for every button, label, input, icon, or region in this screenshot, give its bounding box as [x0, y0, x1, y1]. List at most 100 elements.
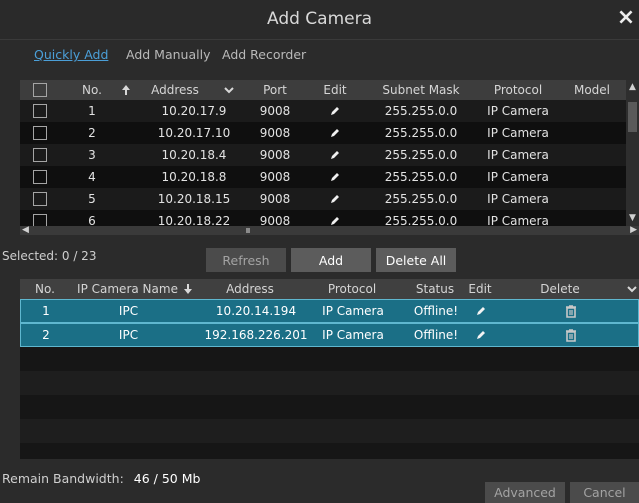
discovered-device-table: No. Address Port Edit Subnet Mask Protoc…	[20, 80, 639, 235]
row-address: 192.168.226.201	[204, 328, 308, 342]
selection-count: Selected: 0 / 23	[2, 249, 97, 263]
chevron-up-icon[interactable]: ▲	[628, 82, 637, 92]
horizontal-scrollbar[interactable]: ◀ ▶	[20, 226, 639, 235]
row-protocol: IP Camera	[487, 170, 549, 184]
scroll-thumb[interactable]	[628, 102, 637, 132]
table-row[interactable]: 4 10.20.18.8 9008 255.255.0.0 IP Camera	[20, 166, 626, 188]
dialog-title: Add Camera	[266, 9, 373, 29]
advanced-button[interactable]: Advanced	[485, 482, 565, 503]
row-port: 9008	[259, 148, 291, 162]
empty-row	[20, 347, 639, 371]
pencil-icon[interactable]	[466, 300, 496, 322]
empty-row	[20, 443, 639, 459]
table-row[interactable]: 3 10.20.18.4 9008 255.255.0.0 IP Camera	[20, 144, 626, 166]
row-address: 10.20.17.9	[161, 104, 227, 118]
row-checkbox-cell	[20, 100, 60, 122]
row-no: 2	[42, 328, 50, 342]
header-subnet[interactable]: Subnet Mask	[375, 80, 467, 100]
trash-icon[interactable]	[541, 324, 601, 346]
row-no: 3	[88, 148, 96, 162]
row-checkbox[interactable]	[33, 192, 47, 206]
table-header: No. IP Camera Name Address Protocol Stat…	[20, 279, 639, 299]
row-protocol: IP Camera	[487, 148, 549, 162]
header-address[interactable]: Address	[140, 80, 210, 100]
tab-quickly-add[interactable]: Quickly Add	[34, 47, 126, 67]
row-model	[560, 122, 624, 144]
row-subnet: 255.255.0.0	[384, 170, 458, 184]
row-status: Offline!	[413, 304, 459, 318]
pencil-icon[interactable]	[466, 324, 496, 346]
pencil-icon[interactable]	[310, 144, 360, 166]
header-address[interactable]: Address	[205, 279, 295, 299]
row-checkbox[interactable]	[33, 170, 47, 184]
row-protocol: IP Camera	[322, 328, 384, 342]
delete-all-button[interactable]: Delete All	[376, 248, 456, 272]
chevron-down-icon[interactable]: ▼	[628, 213, 637, 223]
row-no: 1	[88, 104, 96, 118]
table-row[interactable]: 2 10.20.17.10 9008 255.255.0.0 IP Camera	[20, 122, 626, 144]
header-no[interactable]: No.	[20, 279, 70, 299]
header-edit: Edit	[468, 282, 492, 296]
header-camera-name[interactable]: IP Camera Name	[75, 279, 180, 299]
header-protocol[interactable]: Protocol	[475, 80, 561, 100]
chevron-down-icon[interactable]	[220, 80, 238, 100]
added-camera-table: No. IP Camera Name Address Protocol Stat…	[20, 279, 639, 459]
row-address: 10.20.18.8	[161, 170, 227, 184]
row-port: 9008	[259, 170, 291, 184]
arrow-down-icon[interactable]	[180, 279, 196, 299]
tab-add-manually[interactable]: Add Manually	[126, 47, 222, 67]
chevron-left-icon[interactable]: ◀	[22, 226, 32, 235]
empty-row	[20, 395, 639, 419]
table-row[interactable]: 5 10.20.18.15 9008 255.255.0.0 IP Camera	[20, 188, 626, 210]
pencil-icon[interactable]	[310, 166, 360, 188]
row-protocol: IP Camera	[322, 304, 384, 318]
trash-icon[interactable]	[541, 300, 601, 322]
row-subnet: 255.255.0.0	[384, 104, 458, 118]
scroll-thumb[interactable]	[246, 228, 250, 233]
row-checkbox[interactable]	[33, 126, 47, 140]
header-protocol[interactable]: Protocol	[313, 279, 391, 299]
row-model	[560, 166, 624, 188]
header-status[interactable]: Status	[400, 279, 470, 299]
row-address: 10.20.18.15	[157, 192, 231, 206]
tab-bar: Quickly Add Add Manually Add Recorder	[34, 47, 332, 67]
chevron-right-icon[interactable]: ▶	[627, 226, 637, 235]
arrow-up-icon[interactable]	[118, 80, 134, 100]
vertical-scrollbar[interactable]: ▲ ▼	[626, 80, 639, 235]
row-no: 2	[88, 126, 96, 140]
row-checkbox[interactable]	[33, 148, 47, 162]
refresh-button[interactable]: Refresh	[206, 248, 286, 272]
header-edit: Edit	[323, 83, 347, 97]
table-header: No. Address Port Edit Subnet Mask Protoc…	[20, 80, 639, 100]
chevron-down-icon[interactable]	[624, 279, 639, 299]
table-row[interactable]: 1 IPC 10.20.14.194 IP Camera Offline!	[20, 299, 639, 323]
pencil-icon[interactable]	[310, 100, 360, 122]
row-checkbox-cell	[20, 188, 60, 210]
row-no: 5	[88, 192, 96, 206]
cancel-button[interactable]: Cancel	[570, 482, 639, 503]
close-icon[interactable]: ×	[615, 6, 637, 30]
row-address: 10.20.18.4	[161, 148, 227, 162]
remain-bandwidth: Remain Bandwidth: 46 / 50 Mb	[2, 471, 200, 486]
header-port[interactable]: Port	[243, 80, 307, 100]
empty-row	[20, 371, 639, 395]
row-model	[560, 188, 624, 210]
row-port: 9008	[259, 104, 291, 118]
add-camera-dialog: Add Camera × Quickly Add Add Manually Ad…	[0, 0, 639, 503]
row-subnet: 255.255.0.0	[384, 192, 458, 206]
row-model	[560, 100, 624, 122]
row-protocol: IP Camera	[487, 126, 549, 140]
header-no[interactable]: No.	[72, 80, 112, 100]
row-port: 9008	[259, 192, 291, 206]
tab-add-recorder[interactable]: Add Recorder	[222, 47, 332, 67]
table-row[interactable]: 1 10.20.17.9 9008 255.255.0.0 IP Camera	[20, 100, 626, 122]
pencil-icon[interactable]	[310, 188, 360, 210]
bandwidth-value: 46 / 50 Mb	[133, 471, 201, 486]
header-model[interactable]: Model	[560, 80, 624, 100]
table-row[interactable]: 2 IPC 192.168.226.201 IP Camera Offline!	[20, 323, 639, 347]
select-all-checkbox[interactable]	[33, 83, 47, 97]
add-button[interactable]: Add	[291, 248, 371, 272]
row-no: 1	[42, 304, 50, 318]
row-checkbox[interactable]	[33, 104, 47, 118]
pencil-icon[interactable]	[310, 122, 360, 144]
